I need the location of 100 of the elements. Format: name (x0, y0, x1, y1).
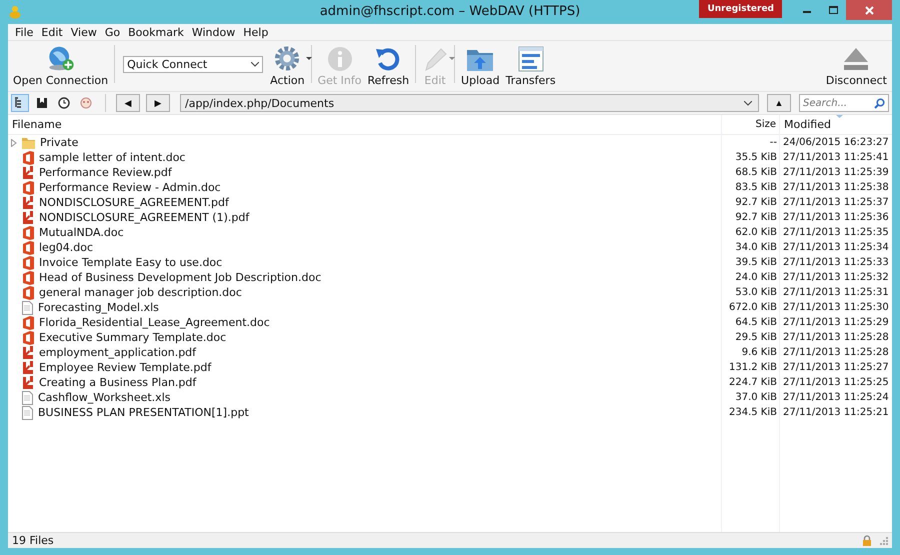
file-name: general manager job description.doc (39, 286, 242, 299)
office-document-icon (22, 226, 34, 240)
file-size: 62.0 KiB (734, 227, 778, 238)
file-name: Invoice Template Easy to use.doc (39, 256, 222, 269)
file-size: 68.5 KiB (734, 167, 778, 178)
file-name: employment_application.pdf (39, 346, 196, 359)
folder-icon (22, 136, 35, 148)
file-size: 34.0 KiB (734, 242, 778, 253)
menu-item[interactable]: Bookmark (124, 26, 188, 38)
file-name: Employee Review Template.pdf (39, 361, 212, 374)
refresh-icon (375, 46, 402, 72)
document-icon (22, 390, 33, 404)
toolbar-button[interactable]: Open Connection (10, 45, 112, 87)
file-size: 234.5 KiB (728, 407, 778, 418)
toolbar-button[interactable]: Action (267, 45, 308, 87)
file-size: 224.7 KiB (728, 377, 778, 388)
file-name: Florida_Residential_Lease_Agreement.doc (39, 316, 270, 329)
file-name: Private (40, 136, 78, 149)
file-size: 64.5 KiB (734, 317, 778, 328)
modified-date: 27/11/2013 11:25:31 (782, 287, 890, 298)
office-document-icon (22, 330, 34, 344)
window-title: admin@fhscript.com – WebDAV (HTTPS) (320, 4, 580, 19)
modified-date: 27/11/2013 11:25:25 (782, 377, 890, 388)
file-size: 92.7 KiB (734, 197, 778, 208)
toolbar-button[interactable]: Upload (458, 45, 503, 87)
office-document-icon (22, 316, 34, 330)
menu-item[interactable]: Window (188, 26, 240, 38)
menu-item[interactable]: Help (239, 26, 272, 38)
menu-item[interactable]: View (66, 26, 101, 38)
file-size: -- (768, 137, 778, 148)
modified-date: 27/11/2013 11:25:34 (782, 242, 890, 253)
file-name: Head of Business Development Job Description.doc (39, 271, 322, 284)
expand-arrow-icon[interactable] (11, 138, 17, 146)
modified-date: 27/11/2013 11:25:27 (782, 362, 890, 373)
toolbar-button[interactable]: Disconnect (822, 45, 890, 87)
document-icon (22, 300, 33, 314)
file-size: 29.5 KiB (734, 332, 778, 343)
quick-connect-field[interactable]: Quick Connect (123, 56, 264, 72)
file-size: 53.0 KiB (734, 287, 778, 298)
office-document-icon (22, 180, 34, 194)
modified-date: 27/11/2013 11:25:30 (782, 302, 890, 313)
clock-icon (58, 97, 70, 109)
close-button[interactable] (846, 0, 892, 20)
file-name: NONDISCLOSURE_AGREEMENT.pdf (39, 196, 229, 209)
file-size: 92.7 KiB (734, 212, 778, 223)
pdf-icon (22, 196, 34, 210)
modified-date: 27/11/2013 11:25:21 (782, 407, 890, 418)
column-header[interactable]: Modified (780, 118, 892, 131)
file-size: 131.2 KiB (728, 362, 778, 373)
parent-folder-button[interactable]: ▲ (767, 94, 791, 112)
file-size: 35.5 KiB (734, 152, 778, 163)
sort-arrow-icon (836, 115, 843, 119)
file-name: NONDISCLOSURE_AGREEMENT (1).pdf (39, 211, 250, 224)
document-icon (22, 406, 33, 420)
path-field[interactable]: /app/index.php/Documents (180, 94, 759, 112)
file-size: 37.0 KiB (734, 392, 778, 403)
gear-icon (273, 45, 302, 72)
office-document-icon (22, 150, 34, 164)
lock-icon (862, 535, 872, 546)
pdf-icon (22, 210, 34, 224)
pdf-icon (22, 376, 34, 390)
office-document-icon (22, 270, 34, 284)
toolbar-button[interactable]: Refresh (364, 45, 412, 87)
pdf-icon (22, 360, 34, 374)
column-header[interactable]: Filename (8, 118, 722, 131)
file-name: Executive Summary Template.doc (39, 331, 226, 344)
file-name: Cashflow_Worksheet.xls (38, 391, 170, 404)
file-size: 9.6 KiB (740, 347, 778, 358)
file-name: Performance Review - Admin.doc (39, 181, 221, 194)
modified-date: 27/11/2013 11:25:33 (782, 257, 890, 268)
menu-item[interactable]: Go (100, 26, 124, 38)
file-size: 83.5 KiB (734, 182, 778, 193)
menu-item[interactable]: File (11, 26, 38, 38)
office-document-icon (22, 256, 34, 270)
modified-date: 27/11/2013 11:25:38 (782, 182, 890, 193)
resize-grip-icon[interactable] (880, 536, 888, 544)
close-icon (864, 6, 874, 14)
menu-item[interactable]: Edit (37, 26, 67, 38)
file-name: MutualNDA.doc (39, 226, 124, 239)
transfers-icon (518, 46, 544, 72)
search-icon (874, 98, 885, 108)
forward-button[interactable]: ▶ (146, 94, 170, 112)
modified-date: 27/11/2013 11:25:28 (782, 332, 890, 343)
file-name: leg04.doc (39, 241, 94, 254)
file-name: Performance Review.pdf (39, 166, 172, 179)
info-icon (326, 46, 353, 72)
modified-date: 27/11/2013 11:25:35 (782, 227, 890, 238)
file-name: Forecasting_Model.xls (38, 301, 159, 314)
toolbar-button[interactable]: Transfers (502, 45, 559, 87)
modified-date: 27/11/2013 11:25:24 (782, 392, 890, 403)
file-size: 24.0 KiB (734, 272, 778, 283)
back-button[interactable]: ◀ (116, 94, 140, 112)
modified-date: 27/11/2013 11:25:29 (782, 317, 890, 328)
caret-icon (306, 57, 312, 61)
column-header[interactable]: Size (722, 119, 780, 130)
status-text: 19 Files (12, 534, 54, 547)
browser-view-button[interactable] (11, 94, 29, 112)
smiley-icon (80, 97, 92, 109)
file-name: sample letter of intent.doc (39, 151, 186, 164)
search-field[interactable]: Search... (799, 94, 889, 112)
